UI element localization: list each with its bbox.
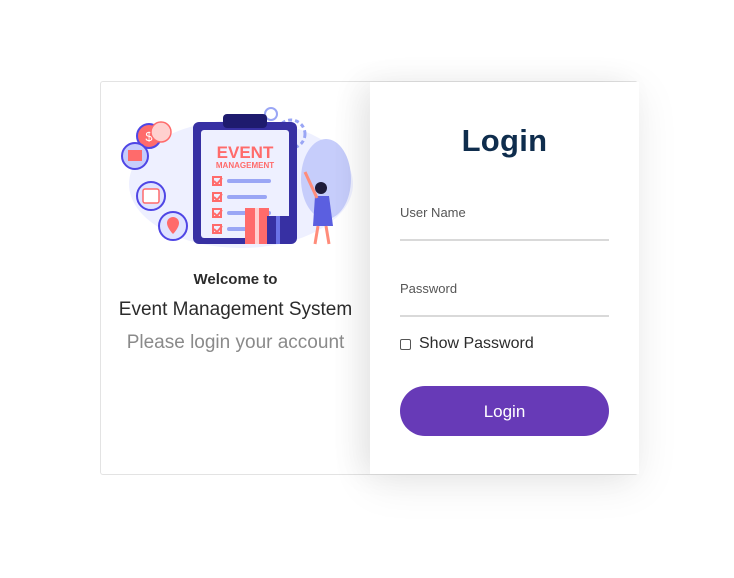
login-button[interactable]: Login — [400, 386, 609, 436]
illustration-text-event: EVENT — [217, 143, 274, 162]
welcome-panel: $ EVENT MANAGEMENT Welcome to Event Mana… — [101, 82, 370, 474]
login-prompt: Please login your account — [126, 332, 345, 353]
welcome-text: Welcome to — [193, 271, 278, 288]
show-password-checkbox[interactable] — [400, 338, 411, 350]
show-password-label[interactable]: Show Password — [419, 335, 534, 353]
show-password-toggle[interactable]: Show Password — [400, 335, 534, 353]
system-name: Event Management System — [118, 299, 353, 320]
illustration-text-management: MANAGEMENT — [216, 161, 274, 170]
username-input[interactable] — [400, 217, 609, 241]
login-form-panel: Login User Name Password Show Password L… — [370, 82, 639, 474]
event-management-illustration: $ EVENT MANAGEMENT — [121, 107, 353, 248]
login-heading: Login — [461, 123, 548, 158]
password-input[interactable] — [400, 293, 609, 317]
login-card: $ EVENT MANAGEMENT Welcome to Event Mana… — [100, 81, 639, 475]
